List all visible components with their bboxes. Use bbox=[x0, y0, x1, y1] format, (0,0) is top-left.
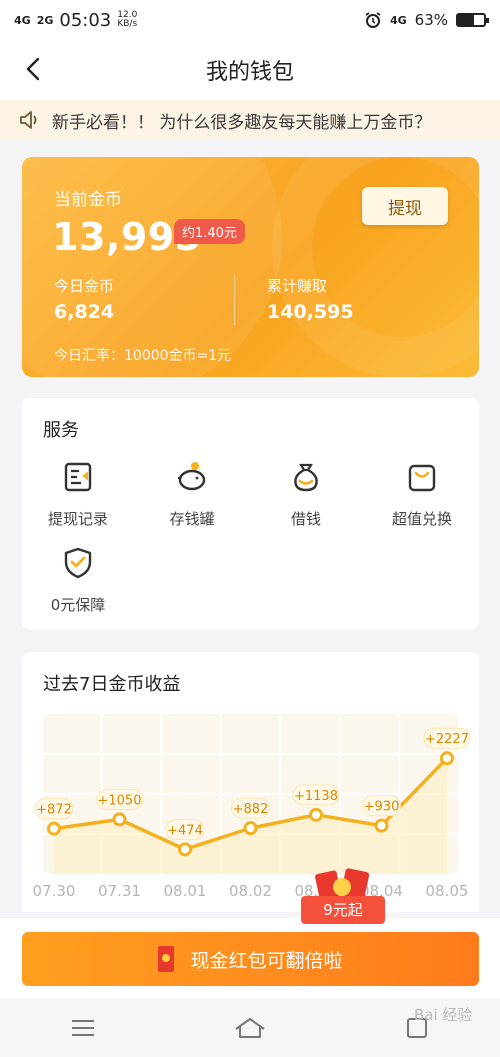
network-4g-label: 4G bbox=[14, 13, 31, 27]
exchange-rate-text: 今日汇率：10000金币=1元 bbox=[54, 348, 232, 364]
data-label: +1138 bbox=[294, 789, 338, 804]
speaker-icon bbox=[20, 111, 37, 129]
service-piggy-bank[interactable]: 存钱罐 bbox=[137, 460, 247, 529]
clock: 05:03 bbox=[59, 9, 112, 31]
data-point bbox=[178, 842, 192, 857]
home-icon bbox=[235, 1017, 265, 1038]
services-title: 服务 bbox=[43, 420, 79, 441]
x-tick-label: 08.02 bbox=[229, 882, 272, 900]
battery-icon bbox=[456, 13, 489, 27]
red-packet-badge[interactable]: 9元起 bbox=[301, 867, 385, 926]
x-tick-label: 07.30 bbox=[33, 882, 76, 900]
piggy-bank-icon bbox=[178, 462, 206, 491]
approx-cash-badge: 约1.40元 bbox=[174, 219, 245, 244]
today-coins-value: 6,824 bbox=[54, 301, 115, 323]
notice-text: 新手必看！！ 为什么很多趣友每天能赚上万金币？ bbox=[52, 112, 432, 133]
service-exchange[interactable]: 超值兑换 bbox=[367, 460, 477, 529]
earnings-line-chart: +872 +1050 +474 +882 +1138 +930 +2227 07.30 07.3… bbox=[33, 714, 471, 900]
navigation-bar: 我的钱包 bbox=[0, 40, 500, 100]
battery-percent: 63% bbox=[414, 11, 448, 29]
badge-amount: 9元起 bbox=[301, 896, 385, 924]
red-envelope-icon bbox=[158, 946, 175, 972]
total-earned-value: 140,595 bbox=[267, 301, 354, 323]
status-bar: 4G 2G 05:03 12.0 KB/s 4G 63% bbox=[0, 0, 500, 40]
services-card: 服务 提现记录 存钱罐 借钱 超值兑换 0元保障 bbox=[22, 398, 479, 630]
data-label: +2227 bbox=[425, 732, 469, 747]
network-4g-label-right: 4G bbox=[389, 13, 407, 27]
today-coins-label: 今日金币 bbox=[54, 277, 115, 295]
network-indicator: 4G 2G bbox=[14, 15, 53, 26]
alarm-icon bbox=[365, 12, 381, 28]
data-point bbox=[112, 812, 127, 827]
data-label: +930 bbox=[364, 800, 400, 815]
withdraw-button[interactable]: 提现 bbox=[362, 187, 448, 225]
earnings-chart-card: 过去7日金币收益 +872 +1050 +474 +882 +1138 +930 +2227… bbox=[22, 652, 479, 912]
withdraw-record-icon bbox=[64, 462, 92, 492]
wallet-card: 当前金币 13,995 约1.40元 提现 今日金币 6,824 累计赚取 14… bbox=[22, 157, 479, 377]
data-label: +1050 bbox=[98, 793, 142, 808]
red-packet-button[interactable]: 现金红包可翻倍啦 bbox=[22, 932, 479, 986]
x-tick-label: 08.05 bbox=[426, 882, 469, 900]
shopping-bag-icon bbox=[408, 464, 436, 492]
data-label: +474 bbox=[167, 823, 203, 838]
service-guarantee[interactable]: 0元保障 bbox=[23, 546, 133, 615]
data-point bbox=[374, 818, 389, 833]
data-point bbox=[309, 807, 323, 822]
service-label: 超值兑换 bbox=[391, 510, 452, 528]
menu-icon bbox=[72, 1019, 95, 1036]
menu-button[interactable] bbox=[63, 1008, 103, 1048]
network-speed: 12.0 KB/s bbox=[117, 11, 137, 29]
x-tick-label: 07.31 bbox=[98, 882, 141, 900]
home-button[interactable] bbox=[230, 1008, 270, 1048]
data-point bbox=[243, 821, 258, 836]
service-label: 0元保障 bbox=[50, 596, 106, 614]
watermark-text: Bai 经验 bbox=[414, 1006, 473, 1024]
data-point bbox=[47, 821, 61, 836]
current-coins-label: 当前金币 bbox=[54, 190, 122, 210]
notice-banner[interactable]: 新手必看！！ 为什么很多趣友每天能赚上万金币？ bbox=[0, 100, 500, 140]
back-chevron-left-icon[interactable] bbox=[20, 54, 50, 84]
page-title: 我的钱包 bbox=[205, 60, 294, 85]
network-2g-label: 2G bbox=[36, 13, 54, 27]
x-tick-label: 08.01 bbox=[164, 882, 207, 900]
service-withdraw-record[interactable]: 提现记录 bbox=[23, 460, 133, 529]
service-label: 存钱罐 bbox=[169, 510, 215, 528]
divider bbox=[234, 275, 235, 325]
data-label: +882 bbox=[233, 802, 269, 817]
total-earned-label: 累计赚取 bbox=[267, 277, 328, 295]
moon-icon bbox=[333, 878, 351, 896]
data-point bbox=[440, 751, 454, 766]
red-packet-label: 现金红包可翻倍啦 bbox=[190, 949, 343, 972]
shield-check-icon bbox=[64, 547, 92, 579]
promo-area: 现金红包可翻倍啦 bbox=[0, 918, 500, 998]
data-label: +872 bbox=[36, 803, 72, 818]
service-label: 提现记录 bbox=[47, 510, 108, 528]
speed-unit: KB/s bbox=[117, 19, 138, 29]
money-bag-icon bbox=[294, 463, 318, 492]
battery-fill bbox=[458, 15, 475, 25]
service-label: 借钱 bbox=[290, 510, 321, 528]
service-borrow[interactable]: 借钱 bbox=[251, 460, 361, 529]
